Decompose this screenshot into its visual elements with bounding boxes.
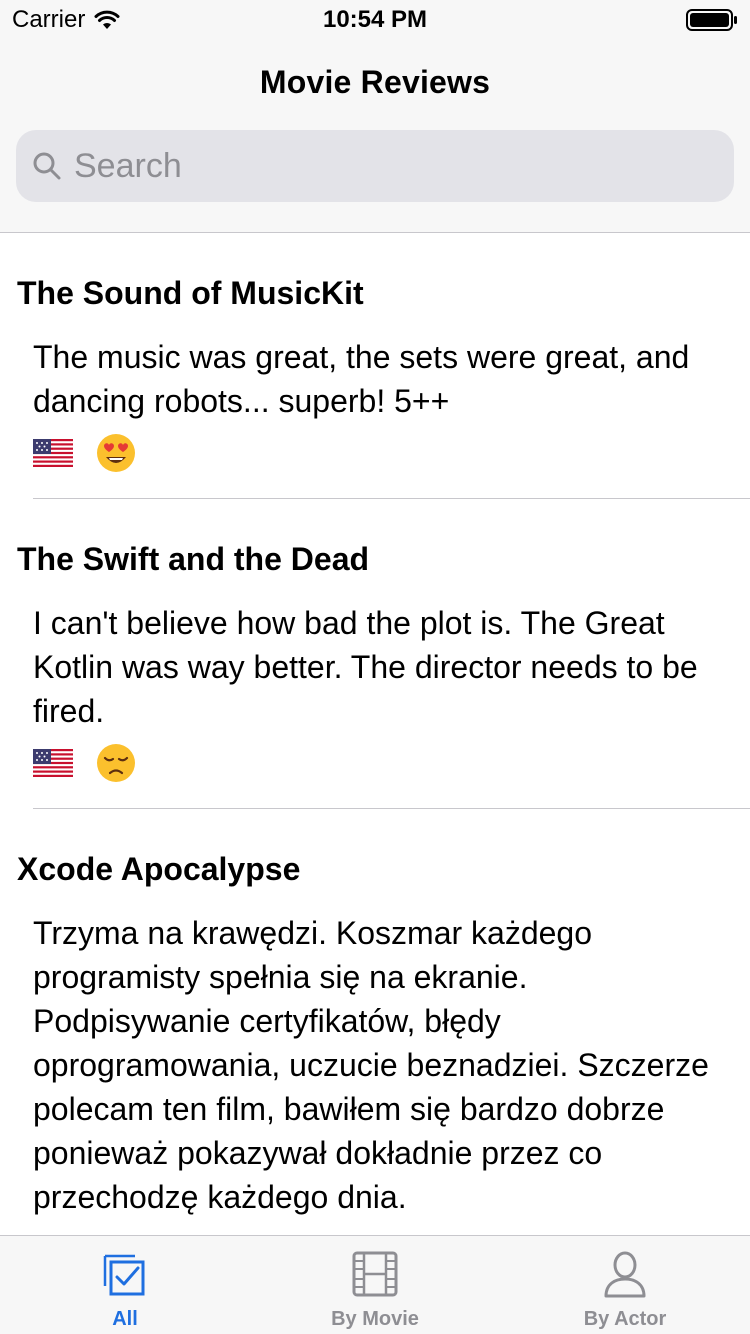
checklist-icon	[103, 1254, 145, 1296]
us-flag-icon	[33, 749, 73, 777]
review-meta	[33, 741, 750, 785]
tab-by-actor[interactable]: By Actor	[500, 1236, 750, 1334]
review-body: The music was great, the sets were great…	[33, 339, 690, 419]
tab-label: By Movie	[331, 1308, 419, 1330]
review-cell[interactable]: Xcode Apocalypse Trzyma na krawędzi. Kos…	[0, 809, 750, 1236]
status-bar: Carrier 10:54 PM	[0, 0, 750, 40]
tab-label: All	[112, 1308, 138, 1330]
search-icon	[33, 152, 61, 180]
review-body: Trzyma na krawędzi. Koszmar każdego prog…	[33, 915, 709, 1215]
review-cell[interactable]: The Sound of MusicKit The music was grea…	[0, 233, 750, 499]
navigation-header: Movie Reviews	[0, 40, 750, 233]
tab-all[interactable]: All	[0, 1236, 250, 1334]
review-title: Xcode Apocalypse	[17, 851, 301, 887]
review-list[interactable]: The Sound of MusicKit The music was grea…	[0, 233, 750, 1236]
page-title: Movie Reviews	[259, 64, 491, 100]
battery-icon	[686, 9, 737, 31]
screen: Carrier 10:54 PM Movie Reviews The	[0, 0, 750, 1334]
person-icon	[604, 1251, 646, 1298]
tab-bar: All By Movie By Actor	[0, 1235, 750, 1334]
review-title: The Swift and the Dead	[17, 541, 370, 577]
review-body: I can't believe how bad the plot is. The…	[33, 605, 698, 729]
search-bar[interactable]	[16, 130, 734, 202]
search-input[interactable]	[74, 146, 674, 186]
us-flag-icon	[33, 439, 73, 467]
film-icon	[352, 1251, 398, 1297]
review-cell[interactable]: The Swift and the Dead I can't believe h…	[0, 499, 750, 809]
status-time: 10:54 PM	[322, 6, 428, 33]
heart-eyes-emoji-icon	[97, 434, 135, 472]
disappointed-emoji-icon	[97, 744, 135, 782]
review-meta	[33, 431, 750, 475]
tab-label: By Actor	[583, 1308, 667, 1330]
tab-by-movie[interactable]: By Movie	[250, 1236, 500, 1334]
review-title: The Sound of MusicKit	[17, 275, 364, 311]
